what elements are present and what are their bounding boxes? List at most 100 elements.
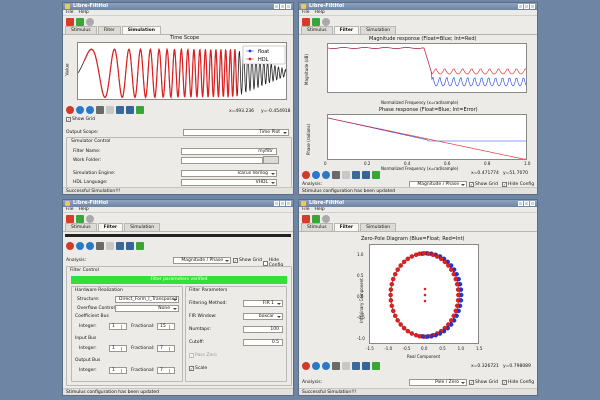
minimize-icon[interactable] bbox=[518, 4, 523, 9]
tab-stimulus[interactable]: Stimulus bbox=[65, 223, 97, 231]
hide-config-checkbox[interactable]: ✓ Hide Config bbox=[502, 380, 534, 385]
output-scope-select[interactable]: Time Plot bbox=[183, 129, 289, 136]
save-icon[interactable] bbox=[126, 106, 134, 114]
tab-filter[interactable]: Filter bbox=[333, 223, 360, 231]
work-folder-input[interactable] bbox=[181, 157, 263, 164]
forward-icon[interactable] bbox=[86, 242, 94, 250]
close-icon[interactable] bbox=[286, 4, 291, 9]
filter-name-input[interactable]: myfiltr bbox=[181, 148, 277, 155]
hdl-language-select[interactable]: VHDL bbox=[181, 179, 277, 186]
build-icon[interactable] bbox=[312, 17, 320, 26]
in-fractional-spin[interactable]: 7 bbox=[157, 345, 175, 352]
minimize-icon[interactable] bbox=[518, 201, 523, 206]
check-icon[interactable] bbox=[372, 171, 380, 179]
title-bar[interactable]: Libre-FiltHol bbox=[63, 3, 293, 10]
show-grid-checkbox[interactable]: ✓ Show Grid bbox=[233, 258, 262, 263]
stop-icon[interactable] bbox=[302, 214, 310, 223]
check-icon[interactable] bbox=[372, 362, 380, 370]
browse-button[interactable] bbox=[263, 156, 279, 164]
menu-file[interactable]: File bbox=[66, 207, 74, 212]
maximize-icon[interactable] bbox=[280, 201, 285, 206]
menu-help[interactable]: Help bbox=[79, 10, 89, 15]
coef-fractional-spin[interactable]: 15 bbox=[157, 323, 175, 330]
settings-icon[interactable] bbox=[86, 17, 94, 26]
title-bar[interactable]: Libre-FiltHol bbox=[299, 3, 537, 10]
sim-engine-select[interactable]: Icarus Verilog bbox=[181, 170, 277, 177]
show-grid-checkbox[interactable]: ✓ Show Grid bbox=[469, 380, 498, 385]
home-icon[interactable] bbox=[302, 362, 310, 370]
close-icon[interactable] bbox=[530, 4, 535, 9]
tab-stimulus[interactable]: Stimulus bbox=[65, 26, 97, 34]
stop-icon[interactable] bbox=[66, 17, 74, 26]
show-grid-checkbox[interactable]: ✓ Show Grid bbox=[66, 117, 95, 122]
scale-checkbox[interactable]: ✓ Scale bbox=[189, 366, 207, 371]
phase-plot[interactable] bbox=[327, 114, 527, 160]
minimize-icon[interactable] bbox=[274, 201, 279, 206]
zoom-icon[interactable] bbox=[342, 171, 350, 179]
check-icon[interactable] bbox=[136, 106, 144, 114]
tab-stimulus[interactable]: Stimulus bbox=[301, 26, 333, 34]
tab-filter[interactable]: Filter bbox=[97, 223, 124, 231]
menu-file[interactable]: File bbox=[302, 207, 310, 212]
tab-simulation[interactable]: Simulation bbox=[124, 223, 161, 231]
forward-icon[interactable] bbox=[322, 362, 330, 370]
close-icon[interactable] bbox=[530, 201, 535, 206]
forward-icon[interactable] bbox=[86, 106, 94, 114]
time-scope-plot[interactable]: Time Scope Value float HDL bbox=[65, 35, 291, 103]
analysis-select[interactable]: Pole / Zero bbox=[409, 379, 467, 386]
zero-pole-plot[interactable] bbox=[369, 244, 479, 344]
minimize-icon[interactable] bbox=[274, 4, 279, 9]
title-bar[interactable]: Libre-FiltHol bbox=[63, 200, 293, 207]
menu-help[interactable]: Help bbox=[79, 207, 89, 212]
settings-icon[interactable] bbox=[322, 17, 330, 26]
stop-icon[interactable] bbox=[66, 214, 74, 223]
configure-icon[interactable] bbox=[116, 106, 124, 114]
pass-zero-checkbox[interactable]: ✓ Pass Zero bbox=[189, 353, 217, 358]
pan-icon[interactable] bbox=[96, 106, 104, 114]
back-icon[interactable] bbox=[76, 242, 84, 250]
save-icon[interactable] bbox=[362, 362, 370, 370]
stop-icon[interactable] bbox=[302, 17, 310, 26]
filter-method-select[interactable]: FIR 1 bbox=[243, 300, 283, 307]
menu-help[interactable]: Help bbox=[315, 10, 325, 15]
zoom-icon[interactable] bbox=[106, 106, 114, 114]
back-icon[interactable] bbox=[312, 171, 320, 179]
cutoff-input[interactable]: 0.5 bbox=[243, 339, 283, 346]
home-icon[interactable] bbox=[66, 242, 74, 250]
forward-icon[interactable] bbox=[322, 171, 330, 179]
overflow-select[interactable]: None bbox=[115, 305, 179, 312]
zoom-icon[interactable] bbox=[342, 362, 350, 370]
configure-icon[interactable] bbox=[352, 362, 360, 370]
home-icon[interactable] bbox=[66, 106, 74, 114]
zoom-icon[interactable] bbox=[106, 242, 114, 250]
maximize-icon[interactable] bbox=[524, 201, 529, 206]
title-bar[interactable]: Libre-FiltHol bbox=[299, 200, 537, 207]
check-icon[interactable] bbox=[136, 242, 144, 250]
build-icon[interactable] bbox=[312, 214, 320, 223]
menu-help[interactable]: Help bbox=[315, 207, 325, 212]
in-integer-spin[interactable]: 1 bbox=[109, 345, 127, 352]
tab-filter[interactable]: Filter bbox=[97, 26, 121, 34]
numtaps-input[interactable]: 100 bbox=[243, 326, 283, 333]
back-icon[interactable] bbox=[312, 362, 320, 370]
home-icon[interactable] bbox=[302, 171, 310, 179]
magnitude-plot[interactable] bbox=[327, 43, 527, 93]
menu-file[interactable]: File bbox=[302, 10, 310, 15]
tab-simulation[interactable]: Simulation bbox=[121, 26, 161, 34]
tab-simulation[interactable]: Simulation bbox=[360, 223, 397, 231]
configure-icon[interactable] bbox=[352, 171, 360, 179]
build-icon[interactable] bbox=[76, 17, 84, 26]
maximize-icon[interactable] bbox=[524, 4, 529, 9]
build-icon[interactable] bbox=[76, 214, 84, 223]
maximize-icon[interactable] bbox=[280, 4, 285, 9]
structure-select[interactable]: Direct_Form_I_Transposed bbox=[115, 296, 179, 303]
close-icon[interactable] bbox=[286, 201, 291, 206]
pan-icon[interactable] bbox=[332, 171, 340, 179]
settings-icon[interactable] bbox=[86, 214, 94, 223]
tab-simulation[interactable]: Simulation bbox=[360, 26, 397, 34]
tab-filter[interactable]: Filter bbox=[333, 26, 360, 34]
settings-icon[interactable] bbox=[322, 214, 330, 223]
back-icon[interactable] bbox=[76, 106, 84, 114]
out-integer-spin[interactable]: 1 bbox=[109, 367, 127, 374]
pan-icon[interactable] bbox=[332, 362, 340, 370]
